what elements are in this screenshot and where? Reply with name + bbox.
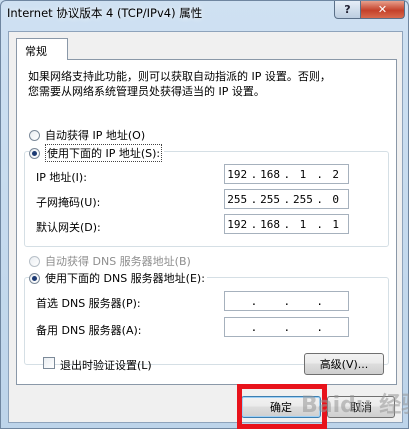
- description-line-1: 如果网络支持此功能，则可以获取自动指派的 IP 设置。否则，: [28, 70, 331, 83]
- validate-on-exit-label: 退出时验证设置(L): [60, 359, 152, 372]
- auto-dns-radio[interactable]: [29, 255, 40, 267]
- mask-octet-3: 255: [292, 192, 313, 206]
- subnet-mask-label: 子网掩码(U):: [36, 196, 101, 209]
- manual-dns-label: 使用下面的 DNS 服务器地址(E):: [45, 272, 205, 285]
- alternate-dns-input[interactable]: . . .: [224, 317, 349, 337]
- description-line-2: 您需要从网络系统管理员处获得适当的 IP 设置。: [28, 85, 265, 98]
- ip-address-input[interactable]: 192. 168. 1. 2: [224, 164, 349, 184]
- title-bar[interactable]: Internet 协议版本 4 (TCP/IPv4) 属性 ? ✕: [1, 1, 409, 23]
- manual-dns-radio[interactable]: [29, 272, 40, 284]
- manual-ip-radio[interactable]: [29, 147, 40, 159]
- default-gateway-label: 默认网关(D):: [36, 221, 101, 234]
- auto-ip-radio[interactable]: [29, 129, 40, 141]
- manual-ip-label: 使用下面的 IP 地址(S):: [45, 144, 163, 162]
- description-text: 如果网络支持此功能，则可以获取自动指派的 IP 设置。否则， 您需要从网络系统管…: [28, 69, 368, 99]
- validate-on-exit-checkbox[interactable]: [43, 357, 55, 369]
- auto-ip-option[interactable]: 自动获得 IP 地址(O): [29, 127, 145, 143]
- gateway-octet-3: 1: [299, 217, 307, 231]
- ip-octet-3: 1: [299, 167, 307, 181]
- tab-general[interactable]: 常规: [16, 38, 68, 60]
- alternate-dns-label: 备用 DNS 服务器(A):: [36, 324, 142, 337]
- preferred-dns-input[interactable]: . . .: [224, 291, 349, 311]
- help-button[interactable]: ?: [334, 1, 361, 19]
- auto-dns-label: 自动获得 DNS 服务器地址(B): [45, 255, 191, 268]
- ip-address-label: IP 地址(I):: [36, 171, 87, 184]
- manual-ip-option[interactable]: 使用下面的 IP 地址(S):: [29, 144, 165, 162]
- advanced-button[interactable]: 高级(V)...: [304, 353, 384, 375]
- mask-octet-2: 255: [260, 192, 280, 206]
- mask-octet-4: 0: [332, 192, 340, 206]
- manual-dns-option[interactable]: 使用下面的 DNS 服务器地址(E):: [29, 270, 207, 286]
- help-icon: ?: [344, 3, 351, 16]
- preferred-dns-label: 首选 DNS 服务器(P):: [36, 297, 141, 310]
- dialog-window: Internet 协议版本 4 (TCP/IPv4) 属性 ? ✕ 常规 如果网…: [0, 0, 409, 429]
- default-gateway-input[interactable]: 192. 168. 1. 1: [224, 214, 349, 234]
- ip-octet-1: 192: [227, 167, 248, 181]
- close-icon: ✕: [377, 3, 388, 16]
- close-button[interactable]: ✕: [360, 1, 405, 19]
- subnet-mask-input[interactable]: 255. 255. 255. 0: [224, 189, 349, 209]
- window-title: Internet 协议版本 4 (TCP/IPv4) 属性: [7, 6, 203, 20]
- mask-octet-1: 255: [227, 192, 248, 206]
- gateway-octet-2: 168: [260, 217, 280, 231]
- ip-octet-2: 168: [260, 167, 280, 181]
- ip-octet-4: 2: [332, 167, 340, 181]
- gateway-octet-4: 1: [332, 217, 340, 231]
- watermark-logo: Baidu 经验: [301, 393, 409, 418]
- general-tab-panel: 如果网络支持此功能，则可以获取自动指派的 IP 设置。否则， 您需要从网络系统管…: [16, 59, 397, 385]
- dialog-client-area: 常规 如果网络支持此功能，则可以获取自动指派的 IP 设置。否则， 您需要从网络…: [8, 31, 403, 423]
- gateway-octet-1: 192: [227, 217, 248, 231]
- auto-ip-label: 自动获得 IP 地址(O): [45, 129, 146, 142]
- auto-dns-option[interactable]: 自动获得 DNS 服务器地址(B): [29, 253, 191, 269]
